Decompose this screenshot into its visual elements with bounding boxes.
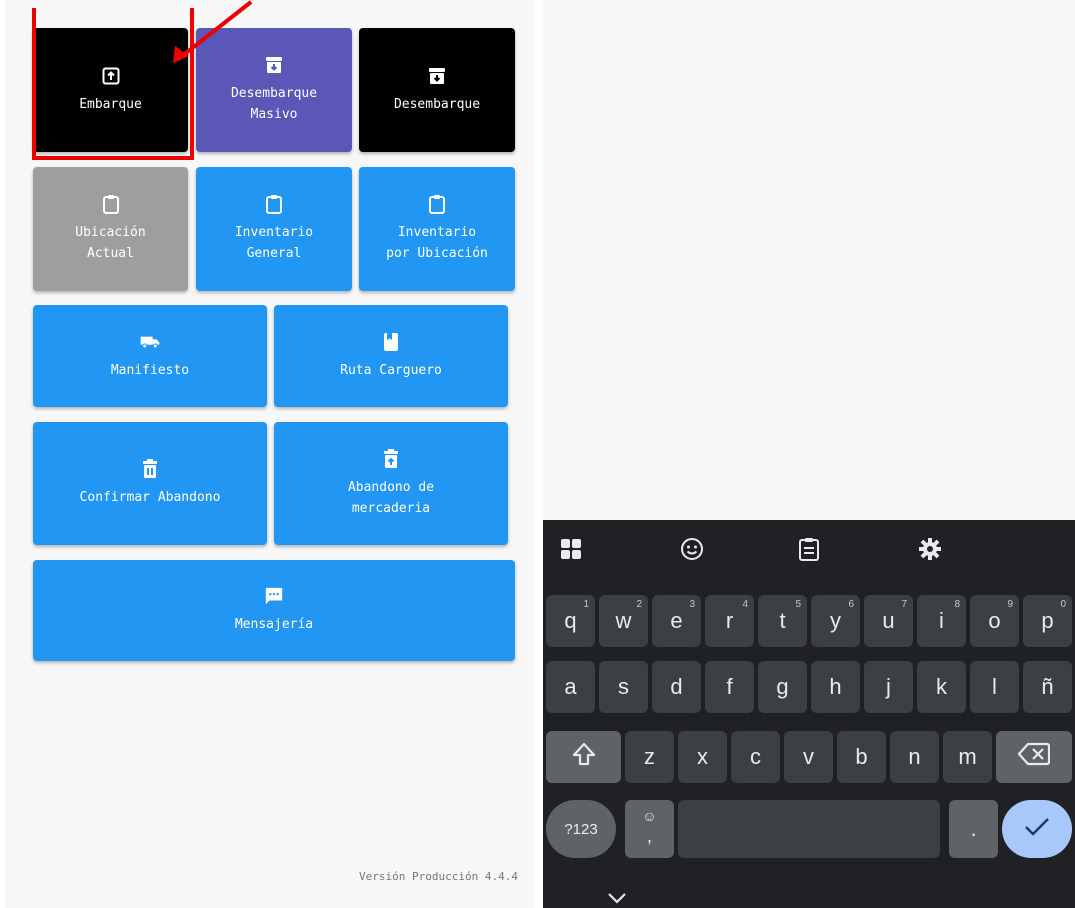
backspace-key[interactable] — [996, 731, 1072, 783]
key-h[interactable]: h — [811, 661, 860, 713]
ubicacion-actual-label: Ubicación Actual — [75, 225, 146, 261]
key-x[interactable]: x — [678, 731, 727, 783]
desembarque-button[interactable]: Desembarque — [359, 28, 515, 152]
arrow-annotation — [173, 0, 253, 63]
restore-from-trash-icon — [381, 448, 401, 469]
inventario-por-ubicacion-label: Inventario por Ubicación — [386, 225, 488, 261]
settings-gear-icon[interactable] — [917, 536, 943, 562]
book-icon — [381, 332, 401, 352]
abandono-de-mercaderia-label: Abandono de mercaderia — [347, 479, 435, 516]
mensajeria-button[interactable]: Mensajería — [33, 560, 515, 661]
key-a[interactable]: a — [546, 661, 595, 713]
version-text: Versión Producción 4.4.4 — [359, 870, 518, 883]
checkmark-icon — [1024, 817, 1050, 841]
ruta-carguero-button[interactable]: Ruta Carguero — [274, 305, 508, 407]
key-i[interactable]: i8 — [917, 595, 966, 647]
keyboard-screen: q1 w2 e3 r4 t5 y6 u7 i8 o9 p0 a s d f g … — [543, 0, 1075, 908]
embarque-label: Embarque — [79, 96, 142, 112]
on-screen-keyboard: q1 w2 e3 r4 t5 y6 u7 i8 o9 p0 a s d f g … — [543, 520, 1075, 908]
shift-key[interactable] — [546, 731, 621, 783]
space-bar[interactable] — [678, 800, 940, 858]
symbols-key[interactable]: ?123 — [546, 800, 616, 858]
emoji-comma-key[interactable]: ☺ , — [625, 800, 674, 858]
emoji-icon: ☺ — [642, 808, 657, 824]
clipboard-icon — [101, 194, 121, 214]
ruta-carguero-label: Ruta Carguero — [340, 362, 442, 378]
key-g[interactable]: g — [758, 661, 807, 713]
key-w[interactable]: w2 — [599, 595, 648, 647]
key-m[interactable]: m — [943, 731, 992, 783]
key-n[interactable]: n — [890, 731, 939, 783]
key-k[interactable]: k — [917, 661, 966, 713]
inventario-general-button[interactable]: Inventario General — [196, 167, 352, 291]
key-j[interactable]: j — [864, 661, 913, 713]
key-u[interactable]: u7 — [864, 595, 913, 647]
key-o[interactable]: o9 — [970, 595, 1019, 647]
panel-divider — [534, 0, 543, 908]
inventario-por-ubicacion-button[interactable]: Inventario por Ubicación — [359, 167, 515, 291]
key-l[interactable]: l — [970, 661, 1019, 713]
enter-key[interactable] — [1002, 800, 1072, 858]
clipboard-icon — [264, 194, 284, 214]
key-v[interactable]: v — [784, 731, 833, 783]
confirmar-abandono-label: Confirmar Abandono — [79, 490, 221, 505]
period-key[interactable]: . — [949, 800, 998, 858]
emoji-icon[interactable] — [679, 536, 705, 562]
inventario-general-label: Inventario General — [234, 225, 314, 261]
chat-icon — [264, 586, 284, 606]
key-s[interactable]: s — [599, 661, 648, 713]
key-b[interactable]: b — [837, 731, 886, 783]
truck-icon — [140, 332, 160, 352]
key-f[interactable]: f — [705, 661, 754, 713]
key-c[interactable]: c — [731, 731, 780, 783]
abandono-de-mercaderia-button[interactable]: Abandono de mercaderia — [274, 422, 508, 545]
clipboard-icon[interactable] — [796, 536, 822, 562]
apps-grid-icon[interactable] — [558, 536, 584, 562]
key-p[interactable]: p0 — [1023, 595, 1072, 647]
key-n-tilde[interactable]: ñ — [1023, 661, 1072, 713]
key-q[interactable]: q1 — [546, 595, 595, 647]
unarchive-icon — [101, 66, 121, 86]
hide-keyboard-chevron-icon[interactable] — [607, 892, 627, 908]
desembarque-label: Desembarque — [393, 96, 481, 112]
key-y[interactable]: y6 — [811, 595, 860, 647]
app-menu-panel: Embarque Desembarque Masivo Desembarque … — [5, 0, 534, 908]
shift-icon — [571, 741, 597, 773]
desembarque-masivo-label: Desembarque Masivo — [230, 86, 318, 122]
manifiesto-button[interactable]: Manifiesto — [33, 305, 267, 407]
ubicacion-actual-button[interactable]: Ubicación Actual — [33, 167, 188, 291]
confirmar-abandono-button[interactable]: Confirmar Abandono — [33, 422, 267, 545]
keyboard-toolbar — [543, 520, 1075, 578]
key-z[interactable]: z — [625, 731, 674, 783]
backspace-icon — [1017, 742, 1051, 772]
key-r[interactable]: r4 — [705, 595, 754, 647]
key-e[interactable]: e3 — [652, 595, 701, 647]
delete-icon — [140, 459, 160, 479]
archive-icon — [264, 55, 284, 75]
clipboard-icon — [427, 194, 447, 214]
manifiesto-label: Manifiesto — [110, 362, 190, 378]
mensajeria-label: Mensajería — [234, 617, 314, 632]
key-t[interactable]: t5 — [758, 595, 807, 647]
archive-icon — [427, 66, 447, 86]
key-d[interactable]: d — [652, 661, 701, 713]
